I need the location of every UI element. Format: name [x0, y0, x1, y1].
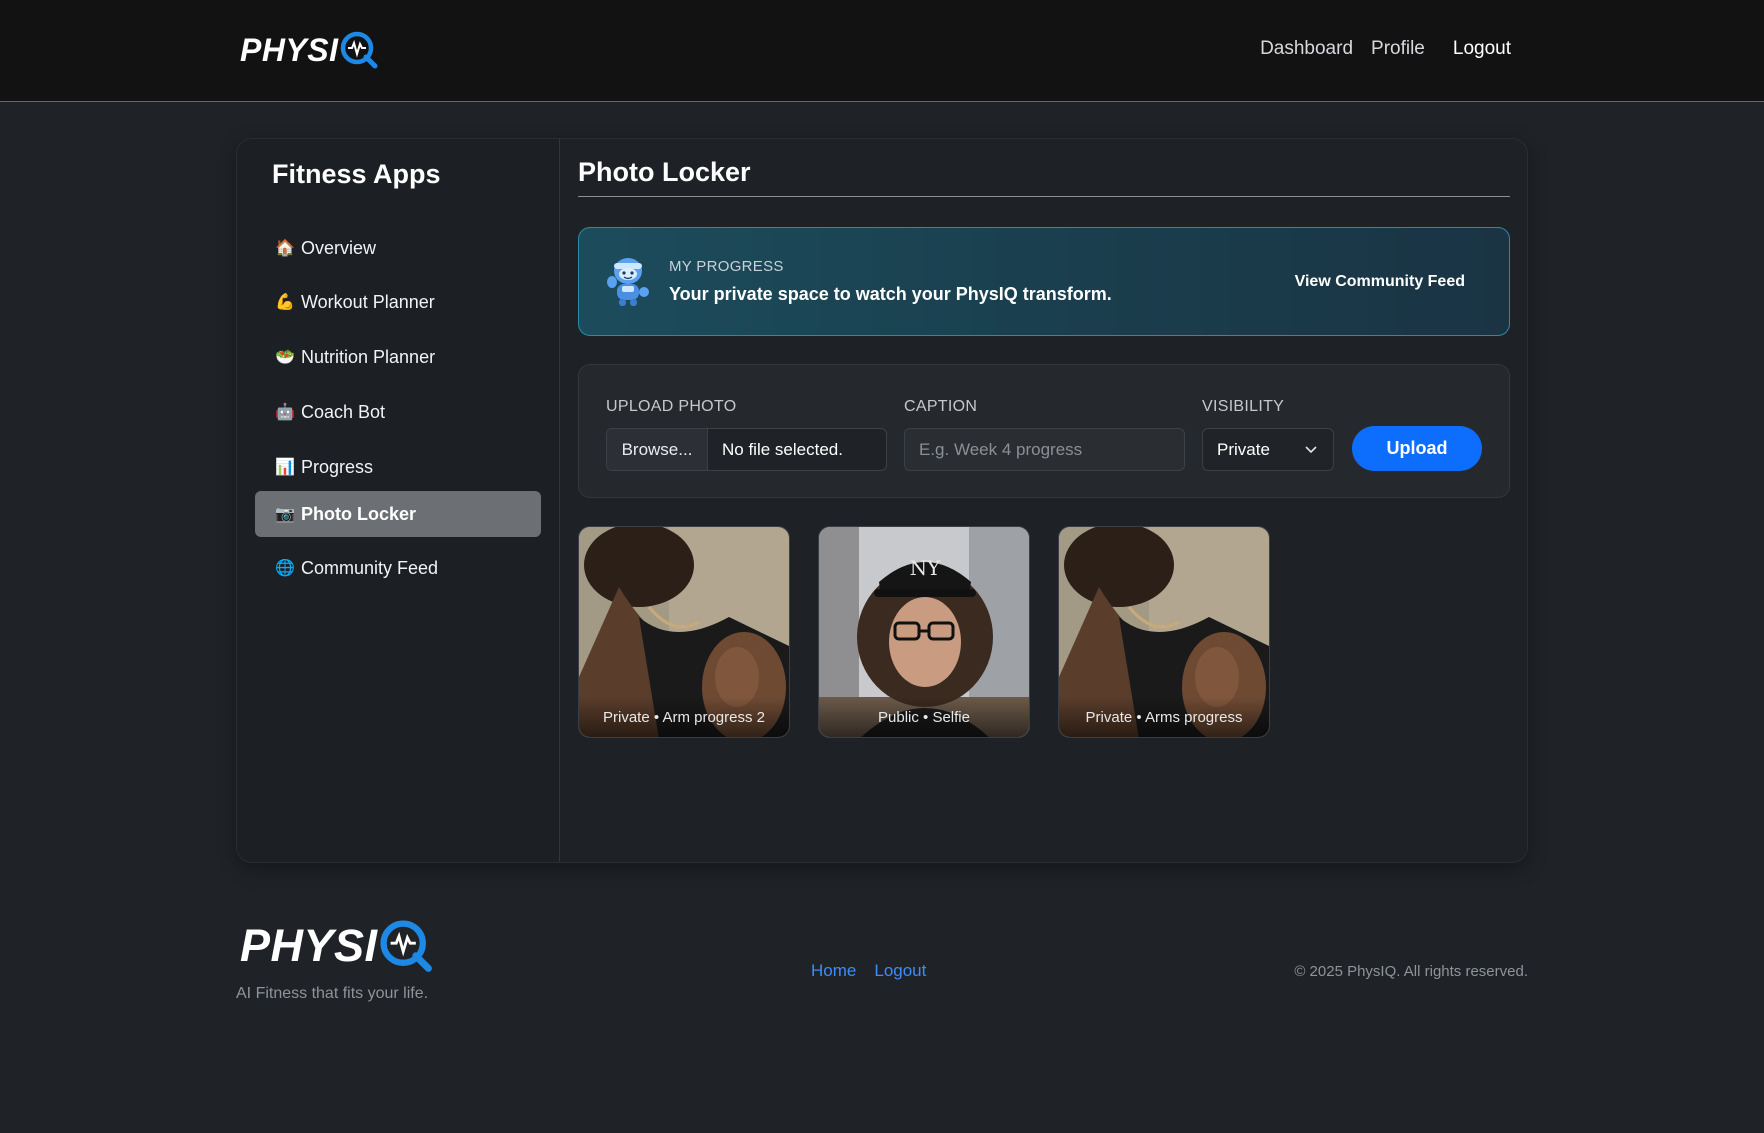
- photo-caption: Private • Arms progress: [1059, 697, 1269, 737]
- banner-headline: Your private space to watch your PhysIQ …: [669, 284, 1112, 304]
- page-title: Photo Locker: [578, 157, 1510, 197]
- robot-icon: 🤖: [275, 404, 295, 421]
- file-status: No file selected.: [722, 439, 843, 459]
- sidebar-item-label: Overview: [301, 237, 377, 258]
- mascot-icon: [607, 258, 649, 306]
- browse-button[interactable]: Browse...: [607, 429, 708, 470]
- footer-tagline: AI Fitness that fits your life.: [236, 985, 429, 1002]
- sidebar-item-label: Photo Locker: [301, 503, 417, 524]
- upload-button[interactable]: Upload: [1352, 426, 1482, 471]
- home-icon: 🏠: [275, 240, 295, 257]
- chevron-down-icon: [1305, 446, 1317, 454]
- logo-wordmark: PHYSI: [240, 920, 378, 971]
- photo-card[interactable]: NY Public • Selfie: [818, 526, 1030, 738]
- caption-input[interactable]: [904, 428, 1185, 471]
- sidebar-item-label: Community Feed: [301, 557, 439, 578]
- progress-banner: MY PROGRESS Your private space to watch …: [578, 227, 1510, 336]
- globe-icon: 🌐: [275, 560, 295, 577]
- nav-logout-link[interactable]: Logout: [1453, 38, 1511, 60]
- svg-text:NY: NY: [910, 556, 942, 580]
- sidebar-item-progress[interactable]: 📊 Progress: [255, 444, 541, 490]
- nav-dashboard-link[interactable]: Dashboard: [1260, 38, 1353, 60]
- bar-chart-icon: 📊: [275, 459, 295, 476]
- caption-label: CAPTION: [904, 398, 978, 415]
- sidebar-item-overview[interactable]: 🏠 Overview: [255, 225, 541, 271]
- brand-logo[interactable]: PHYSI: [240, 30, 379, 70]
- pulse-q-icon: [379, 920, 432, 972]
- main-content: Photo Locker MY PROGRESS Your private sp…: [561, 139, 1527, 862]
- sidebar-item-label: Nutrition Planner: [301, 346, 436, 367]
- footer-links: Home Logout: [811, 961, 926, 981]
- sidebar-item-workout-planner[interactable]: 💪 Workout Planner: [255, 279, 541, 325]
- sidebar-item-photo-locker[interactable]: 📷 Photo Locker: [255, 491, 541, 537]
- app-card: Fitness Apps 🏠 Overview 💪 Workout Planne…: [236, 138, 1528, 863]
- photo-card[interactable]: Private • Arms progress: [1058, 526, 1270, 738]
- banner-kicker: MY PROGRESS: [669, 258, 784, 275]
- photo-caption: Public • Selfie: [819, 697, 1029, 737]
- upload-photo-label: UPLOAD PHOTO: [606, 398, 737, 415]
- sidebar-item-nutrition-planner[interactable]: 🥗 Nutrition Planner: [255, 334, 541, 380]
- camera-icon: 📷: [275, 506, 295, 523]
- sidebar-item-label: Coach Bot: [301, 401, 386, 422]
- pulse-q-icon: [340, 31, 378, 69]
- top-nav: Dashboard Profile Logout: [1260, 38, 1511, 60]
- top-navbar: PHYSI Dashboard Profile Logout: [0, 0, 1764, 102]
- visibility-label: VISIBILITY: [1202, 398, 1285, 415]
- footer-logout-link[interactable]: Logout: [874, 961, 926, 981]
- file-input[interactable]: Browse... No file selected.: [606, 428, 887, 471]
- footer-home-link[interactable]: Home: [811, 961, 856, 981]
- flexed-bicep-icon: 💪: [275, 294, 295, 311]
- sidebar-title: Fitness Apps: [272, 159, 441, 189]
- visibility-select[interactable]: Private: [1202, 428, 1334, 471]
- copyright-text: © 2025 PhysIQ. All rights reserved.: [1294, 963, 1528, 980]
- photo-card[interactable]: Private • Arm progress 2: [578, 526, 790, 738]
- sidebar: Fitness Apps 🏠 Overview 💪 Workout Planne…: [237, 139, 560, 862]
- view-community-feed-link[interactable]: View Community Feed: [1295, 273, 1465, 291]
- sidebar-item-coach-bot[interactable]: 🤖 Coach Bot: [255, 389, 541, 435]
- sidebar-item-community-feed[interactable]: 🌐 Community Feed: [255, 545, 541, 591]
- upload-form: UPLOAD PHOTO Browse... No file selected.…: [578, 364, 1510, 498]
- logo-wordmark: PHYSI: [240, 31, 339, 68]
- nav-profile-link[interactable]: Profile: [1371, 38, 1425, 60]
- sidebar-item-label: Workout Planner: [301, 291, 435, 312]
- salad-icon: 🥗: [275, 349, 295, 366]
- footer-logo[interactable]: PHYSI: [240, 918, 434, 974]
- visibility-value: Private: [1217, 439, 1270, 459]
- photo-caption: Private • Arm progress 2: [579, 697, 789, 737]
- sidebar-item-label: Progress: [301, 456, 374, 477]
